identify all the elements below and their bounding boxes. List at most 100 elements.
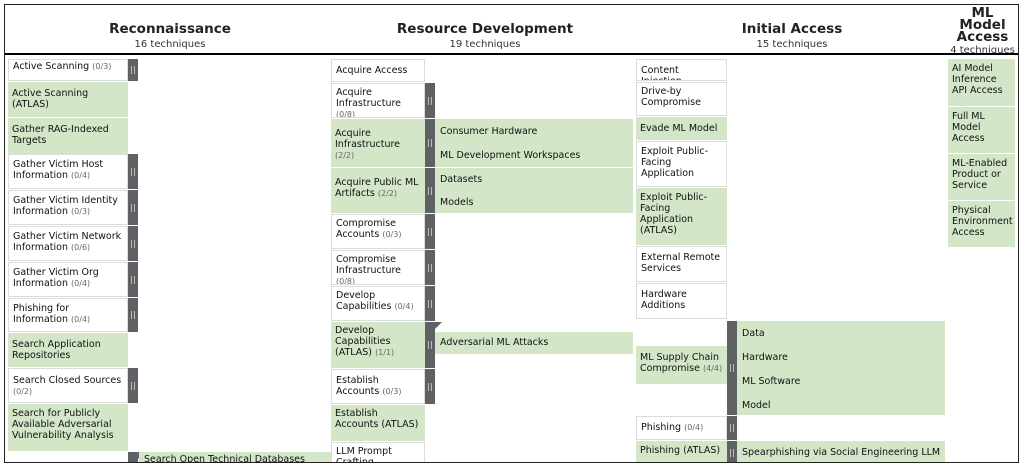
expand-handle[interactable] bbox=[425, 168, 442, 213]
subtechnique-name: ML Development Workspaces bbox=[440, 150, 581, 161]
expand-handle[interactable] bbox=[128, 190, 138, 225]
technique-name: ML-Enabled Product or Service bbox=[952, 158, 1008, 191]
technique-cell[interactable]: Develop Capabilities (ATLAS) (1/1) bbox=[331, 322, 425, 368]
technique-cell[interactable]: Content Injection bbox=[636, 59, 727, 81]
technique-cell[interactable]: Gather Victim Host Information (0/4) bbox=[8, 154, 128, 189]
technique-name: Exploit Public-Facing Application (ATLAS… bbox=[640, 192, 708, 236]
expand-handle[interactable] bbox=[128, 59, 138, 81]
subtechnique-count: (2/2) bbox=[335, 151, 355, 160]
expand-handle[interactable] bbox=[425, 119, 442, 167]
subtechnique-cell[interactable]: Model bbox=[737, 393, 945, 415]
attack-matrix: Reconnaissance 16 techniques Resource De… bbox=[4, 4, 1019, 463]
technique-cell[interactable]: Compromise Accounts (0/3) bbox=[331, 214, 425, 249]
expand-handle[interactable] bbox=[727, 441, 744, 462]
technique-cell[interactable]: Active Scanning (ATLAS) bbox=[8, 82, 128, 117]
subtechnique-cell[interactable]: Consumer Hardware bbox=[435, 119, 633, 143]
technique-cell[interactable]: Search for Publicly Available Adversaria… bbox=[8, 404, 128, 451]
technique-cell[interactable]: ML-Enabled Product or Service bbox=[948, 154, 1015, 200]
tactic-name: Reconnaissance bbox=[109, 21, 231, 37]
technique-cell[interactable]: Establish Accounts (0/3) bbox=[331, 369, 425, 404]
technique-name: Acquire Infrastructure bbox=[335, 128, 401, 150]
technique-cell[interactable]: Compromise Infrastructure (0/8) bbox=[331, 250, 425, 285]
technique-cell[interactable]: Gather Victim Network Information (0/6) bbox=[8, 226, 128, 261]
expand-handle[interactable] bbox=[727, 416, 737, 440]
subtechnique-cell[interactable]: Models bbox=[435, 191, 633, 213]
subtechnique-cell[interactable]: Data bbox=[737, 321, 945, 345]
subtechnique-cell[interactable]: Search Open Technical Databases bbox=[139, 452, 335, 462]
tactic-header-ml-model-access[interactable]: ML Model Access 4 techniques bbox=[947, 5, 1018, 56]
subtechnique-count: (0/3) bbox=[71, 207, 91, 216]
grip-icon bbox=[131, 66, 135, 74]
expand-handle[interactable] bbox=[425, 286, 435, 321]
subtechnique-cell[interactable]: Datasets bbox=[435, 168, 633, 191]
technique-cell[interactable]: ML Supply Chain Compromise (4/4) bbox=[636, 346, 727, 384]
grip-icon bbox=[428, 186, 432, 195]
expand-handle[interactable] bbox=[128, 368, 138, 403]
subtechnique-name: Data bbox=[742, 328, 765, 339]
technique-cell[interactable]: Gather RAG-Indexed Targets bbox=[8, 118, 128, 154]
grip-icon bbox=[131, 311, 135, 319]
expand-handle[interactable] bbox=[128, 226, 138, 261]
technique-cell[interactable]: AI Model Inference API Access bbox=[948, 59, 1015, 106]
expand-handle[interactable] bbox=[425, 322, 442, 368]
subtechnique-cell[interactable]: Adversarial ML Attacks bbox=[435, 332, 633, 354]
technique-cell[interactable]: Active Scanning (0/3) bbox=[8, 59, 128, 81]
technique-cell[interactable]: Exploit Public-Facing Application (ATLAS… bbox=[636, 188, 727, 245]
grip-icon bbox=[131, 381, 135, 390]
subtechnique-name: Datasets bbox=[440, 174, 483, 185]
technique-cell[interactable]: Drive-by Compromise bbox=[636, 82, 727, 116]
technique-cell[interactable]: Search Application Repositories bbox=[8, 333, 128, 367]
tactic-header-reconnaissance[interactable]: Reconnaissance 16 techniques bbox=[5, 5, 335, 53]
technique-cell[interactable]: Acquire Public ML Artifacts (2/2) bbox=[331, 168, 425, 213]
technique-cell[interactable]: Acquire Access bbox=[331, 59, 425, 82]
expand-handle[interactable] bbox=[425, 83, 435, 118]
technique-cell[interactable]: Phishing (0/4) bbox=[636, 416, 727, 440]
subtechnique-count: (0/4) bbox=[394, 302, 414, 311]
technique-count: 4 techniques bbox=[950, 45, 1015, 56]
technique-cell[interactable]: Phishing (ATLAS) bbox=[636, 441, 727, 462]
subtechnique-count: (4/4) bbox=[702, 364, 723, 373]
technique-cell[interactable]: Physical Environment Access bbox=[948, 201, 1015, 247]
technique-name: Phishing (ATLAS) bbox=[640, 445, 721, 456]
technique-name: Content Injection bbox=[641, 65, 682, 80]
technique-cell[interactable]: Acquire Infrastructure (2/2) bbox=[331, 119, 425, 167]
tactic-header-resource-development[interactable]: Resource Development 19 techniques bbox=[335, 5, 635, 53]
technique-cell[interactable]: Phishing for Information (0/4) bbox=[8, 298, 128, 332]
expand-handle[interactable] bbox=[727, 321, 744, 415]
technique-cell[interactable]: Full ML Model Access bbox=[948, 107, 1015, 153]
expand-handle[interactable] bbox=[128, 298, 138, 332]
expand-handle[interactable] bbox=[425, 250, 435, 285]
grip-icon bbox=[428, 263, 432, 272]
technique-cell[interactable]: LLM Prompt Crafting bbox=[331, 442, 425, 462]
technique-cell[interactable]: Acquire Infrastructure (0/8) bbox=[331, 83, 425, 118]
tactic-header-initial-access[interactable]: Initial Access 15 techniques bbox=[637, 5, 947, 53]
technique-name: Active Scanning (ATLAS) bbox=[12, 88, 89, 110]
technique-cell[interactable]: Gather Victim Org Information (0/4) bbox=[8, 262, 128, 297]
subtechnique-count: (1/1) bbox=[375, 348, 395, 357]
technique-cell[interactable]: Exploit Public-Facing Application bbox=[636, 141, 727, 187]
expand-handle[interactable] bbox=[128, 154, 138, 189]
expand-handle[interactable] bbox=[128, 262, 138, 297]
technique-name: Search Closed Sources bbox=[13, 375, 122, 386]
subtechnique-cell[interactable]: Hardware bbox=[737, 345, 945, 369]
technique-cell[interactable]: Search Closed Sources (0/2) bbox=[8, 368, 128, 403]
grip-icon bbox=[730, 364, 734, 372]
subtechnique-name: ML Software bbox=[742, 376, 801, 387]
technique-cell[interactable]: External Remote Services bbox=[636, 246, 727, 282]
expand-handle[interactable] bbox=[425, 369, 435, 404]
technique-cell[interactable]: Establish Accounts (ATLAS) bbox=[331, 405, 425, 441]
expand-handle[interactable] bbox=[425, 214, 435, 249]
subtechnique-count: (0/4) bbox=[71, 279, 91, 288]
subtechnique-cell[interactable]: Spearphishing via Social Engineering LLM bbox=[737, 441, 945, 462]
technique-cell[interactable]: Evade ML Model bbox=[636, 117, 727, 140]
subtechnique-cell[interactable]: ML Development Workspaces bbox=[435, 143, 633, 167]
technique-name: Phishing for Information bbox=[13, 303, 70, 325]
technique-cell[interactable]: Develop Capabilities (0/4) bbox=[331, 286, 425, 321]
subtechnique-name: Hardware bbox=[742, 352, 788, 363]
subtechnique-cell[interactable]: ML Software bbox=[737, 369, 945, 393]
subtechnique-count: (0/3) bbox=[92, 62, 112, 71]
technique-cell[interactable]: Hardware Additions bbox=[636, 283, 727, 319]
technique-cell[interactable]: Gather Victim Identity Information (0/3) bbox=[8, 190, 128, 225]
expand-handle[interactable] bbox=[128, 452, 145, 462]
grip-icon bbox=[428, 227, 432, 236]
